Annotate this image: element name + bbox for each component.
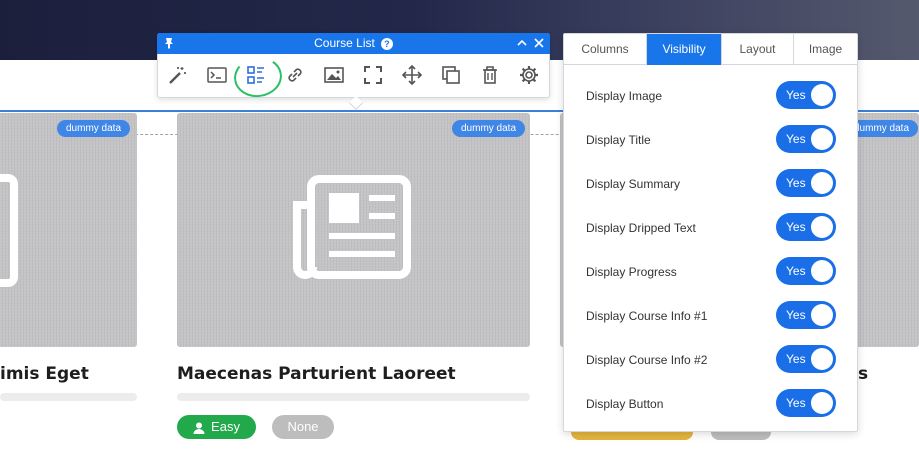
toggle-label: Yes bbox=[786, 308, 806, 322]
course-thumbnail bbox=[0, 113, 137, 347]
user-icon bbox=[193, 422, 205, 434]
display-button-toggle[interactable]: Yes bbox=[776, 389, 836, 417]
move-icon[interactable] bbox=[401, 64, 423, 86]
visibility-row-title: Display Title Yes bbox=[564, 118, 857, 162]
display-course-info-1-toggle[interactable]: Yes bbox=[776, 301, 836, 329]
row-label: Display Summary bbox=[586, 177, 681, 191]
course-title[interactable]: Maecenas Parturient Laoreet bbox=[177, 364, 456, 384]
display-course-info-2-toggle[interactable]: Yes bbox=[776, 345, 836, 373]
dummy-data-badge: dummy data bbox=[452, 120, 526, 137]
magic-wand-icon[interactable] bbox=[167, 64, 189, 86]
toggle-label: Yes bbox=[786, 264, 806, 278]
newspaper-icon bbox=[0, 174, 18, 287]
close-icon[interactable] bbox=[533, 37, 545, 49]
course-thumbnail bbox=[177, 113, 530, 347]
tab-image[interactable]: Image bbox=[794, 34, 857, 65]
toggle-knob bbox=[811, 84, 833, 106]
gear-icon[interactable] bbox=[518, 64, 540, 86]
difficulty-label: Easy bbox=[211, 419, 240, 434]
toggle-knob bbox=[811, 392, 833, 414]
visibility-row-image: Display Image Yes bbox=[564, 74, 857, 118]
toggle-label: Yes bbox=[786, 220, 806, 234]
image-icon[interactable] bbox=[323, 64, 345, 86]
progress-bar bbox=[0, 393, 137, 401]
display-dripped-text-toggle[interactable]: Yes bbox=[776, 213, 836, 241]
row-label: Display Course Info #2 bbox=[586, 353, 708, 367]
row-label: Display Progress bbox=[586, 265, 677, 279]
row-label: Display Image bbox=[586, 89, 663, 103]
toggle-label: Yes bbox=[786, 396, 806, 410]
link-icon[interactable] bbox=[284, 64, 306, 86]
fullscreen-icon[interactable] bbox=[362, 64, 384, 86]
toggle-label: Yes bbox=[786, 176, 806, 190]
tab-columns[interactable]: Columns bbox=[564, 34, 647, 65]
tag-badge: None bbox=[272, 415, 334, 439]
tab-layout[interactable]: Layout bbox=[722, 34, 794, 65]
dummy-data-badge: dummy data bbox=[57, 120, 131, 137]
help-icon[interactable]: ? bbox=[380, 37, 393, 50]
visibility-row-summary: Display Summary Yes bbox=[564, 162, 857, 206]
course-card-left[interactable]: dummy data imis Eget bbox=[0, 113, 140, 413]
visibility-row-course-info-2: Display Course Info #2 Yes bbox=[564, 338, 857, 382]
collapse-icon[interactable] bbox=[516, 37, 528, 49]
visibility-row-progress: Display Progress Yes bbox=[564, 250, 857, 294]
toggle-knob bbox=[811, 304, 833, 326]
difficulty-badge: Easy bbox=[177, 415, 256, 439]
toolbar-title: Course List bbox=[314, 36, 375, 50]
row-label: Display Dripped Text bbox=[586, 221, 696, 235]
toggle-knob bbox=[811, 128, 833, 150]
display-summary-toggle[interactable]: Yes bbox=[776, 169, 836, 197]
newspaper-icon bbox=[293, 175, 411, 279]
tab-visibility[interactable]: Visibility bbox=[647, 34, 722, 65]
row-label: Display Button bbox=[586, 397, 664, 411]
visibility-row-course-info-1: Display Course Info #1 Yes bbox=[564, 294, 857, 338]
course-card-center[interactable]: dummy data Maecenas Parturient Laoreet E… bbox=[177, 113, 530, 454]
course-title[interactable]: imis Eget bbox=[0, 364, 89, 384]
toggle-knob bbox=[811, 216, 833, 238]
toolbar-header: Course List? bbox=[157, 33, 550, 54]
toggle-knob bbox=[811, 348, 833, 370]
display-progress-toggle[interactable]: Yes bbox=[776, 257, 836, 285]
visibility-row-button: Display Button Yes bbox=[564, 382, 857, 426]
toggle-knob bbox=[811, 260, 833, 282]
display-image-toggle[interactable]: Yes bbox=[776, 81, 836, 109]
progress-bar bbox=[177, 393, 530, 401]
row-label: Display Course Info #1 bbox=[586, 309, 708, 323]
row-label: Display Title bbox=[586, 133, 651, 147]
toggle-label: Yes bbox=[786, 88, 806, 102]
terminal-icon[interactable] bbox=[206, 64, 228, 86]
toolbar-title-wrap: Course List? bbox=[157, 33, 550, 54]
toggle-knob bbox=[811, 172, 833, 194]
trash-icon[interactable] bbox=[479, 64, 501, 86]
panel-tabs: Columns Visibility Layout Image bbox=[564, 34, 857, 65]
settings-panel: Columns Visibility Layout Image Display … bbox=[563, 33, 858, 432]
toggle-label: Yes bbox=[786, 132, 806, 146]
display-title-toggle[interactable]: Yes bbox=[776, 125, 836, 153]
visibility-row-dripped-text: Display Dripped Text Yes bbox=[564, 206, 857, 250]
toggle-label: Yes bbox=[786, 352, 806, 366]
course-title[interactable]: s bbox=[858, 364, 868, 384]
course-list-toolbar: Course List? bbox=[157, 33, 550, 111]
duplicate-icon[interactable] bbox=[440, 64, 462, 86]
highlight-circle bbox=[231, 53, 285, 101]
